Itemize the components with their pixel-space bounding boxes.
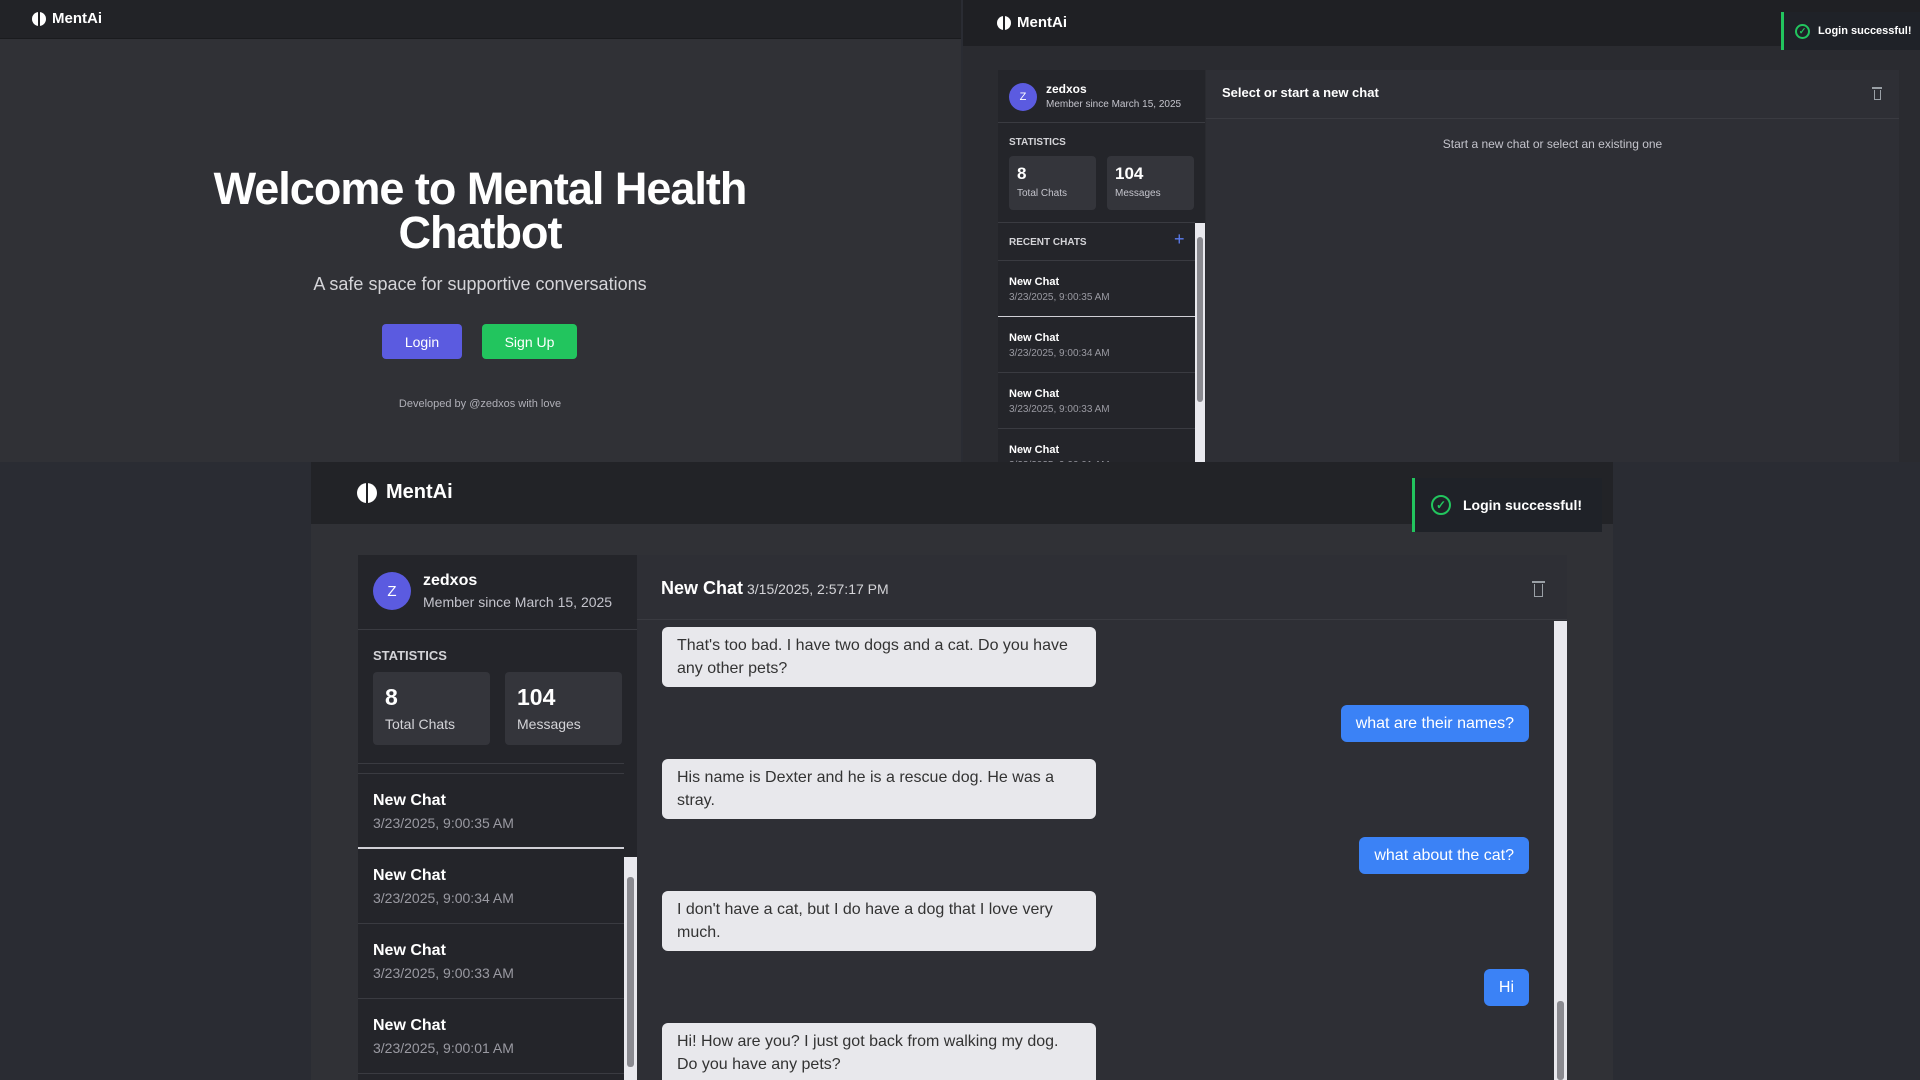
recent-chat-item[interactable]: New Chat 3/23/2025, 9:00:01 AM <box>358 999 624 1074</box>
stat-value: 8 <box>1017 164 1027 183</box>
chat-header: Select or start a new chat <box>1206 70 1899 119</box>
divider <box>998 122 1205 123</box>
dashboard-preview: MentAi ✓ Login successful! Z zedxos Memb… <box>963 0 1920 462</box>
stat-total-chats: 8 Total Chats <box>1009 156 1096 210</box>
check-circle-icon: ✓ <box>1795 23 1810 39</box>
bot-message: That's too bad. I have two dogs and a ca… <box>662 627 1096 687</box>
landing-panel: MentAi Welcome to Mental Health Chatbot … <box>0 0 961 462</box>
chat-time: 3/23/2025, 9:00:01 AM <box>373 1040 514 1056</box>
statistics-heading: STATISTICS <box>1009 137 1066 148</box>
recent-chat-item[interactable]: New Chat 3/23/2025, 9:00:34 AM <box>998 317 1195 373</box>
stat-label: Total Chats <box>1017 188 1068 199</box>
brand-name: MentAi <box>52 10 102 27</box>
brain-logo-icon <box>997 15 1011 30</box>
sidebar: Z zedxos Member since March 15, 2025 STA… <box>998 70 1205 462</box>
stat-label: Total Chats <box>385 716 456 732</box>
bot-message: I don't have a cat, but I do have a dog … <box>662 891 1096 951</box>
chat-header: New Chat 3/15/2025, 2:57:17 PM <box>637 555 1567 620</box>
signup-button[interactable]: Sign Up <box>482 324 577 359</box>
brand[interactable]: MentAi <box>32 10 102 27</box>
chat-title: New Chat <box>1009 276 1060 288</box>
chat-title: New Chat <box>661 578 744 598</box>
brain-logo-icon <box>357 482 377 503</box>
recent-chat-item[interactable]: New Chat 3/23/2025, 9:00:01 AM <box>998 429 1195 462</box>
chat-title: New Chat <box>373 1017 446 1034</box>
member-since: Member since March 15, 2025 <box>1046 99 1182 110</box>
hero-subtitle: A safe space for supportive conversation… <box>313 274 647 294</box>
chat-area: Select or start a new chat Start a new c… <box>1206 70 1899 462</box>
plus-icon[interactable]: + <box>1174 229 1185 250</box>
chat-title: New Chat <box>1009 444 1060 456</box>
chat-time: 3/23/2025, 9:00:35 AM <box>373 815 514 831</box>
sidebar: Z zedxos Member since March 15, 2025 STA… <box>358 555 637 1080</box>
dashboard: MentAi ✓ Login successful! Z zedxos Memb… <box>311 462 1613 1080</box>
brand-name: MentAi <box>386 481 453 503</box>
trash-icon[interactable] <box>1872 87 1882 100</box>
chat-time: 3/23/2025, 9:00:33 AM <box>1009 404 1110 415</box>
chat-time: 3/23/2025, 9:00:35 AM <box>1009 292 1110 303</box>
chat-title: New Chat <box>1009 388 1060 400</box>
hero-title: Welcome to Mental Health Chatbot <box>213 163 748 258</box>
stat-messages: 104 Messages <box>1107 156 1194 210</box>
chat-title: New Chat <box>373 942 446 959</box>
chat-area: New Chat 3/15/2025, 2:57:17 PM That's to… <box>637 555 1567 1080</box>
recent-chat-item[interactable]: New Chat 3/23/2025, 9:00:33 AM <box>998 373 1195 429</box>
login-toast: ✓ Login successful! <box>1412 478 1602 532</box>
scrollbar-thumb[interactable] <box>1197 237 1203 402</box>
avatar: Z <box>1009 83 1037 111</box>
divider <box>358 629 637 630</box>
trash-icon[interactable] <box>1532 581 1545 597</box>
chat-time: 3/23/2025, 9:00:34 AM <box>1009 348 1110 359</box>
recent-chat-item[interactable]: New Chat 3/23/2025, 9:00:35 AM <box>998 261 1195 317</box>
dashboard-preview-header: MentAi <box>963 0 1920 46</box>
chat-title: New Chat <box>373 792 446 809</box>
user-message: Hi <box>1483 969 1529 1006</box>
toast-text: Login successful! <box>1463 497 1583 513</box>
member-since: Member since March 15, 2025 <box>423 594 613 610</box>
stat-value: 104 <box>517 684 556 710</box>
user-message: what about the cat? <box>1359 837 1529 874</box>
scrollbar-thumb[interactable] <box>1557 1001 1564 1080</box>
recent-chats-heading: RECENT CHATS <box>1009 237 1087 248</box>
bot-message: His name is Dexter and he is a rescue do… <box>662 759 1096 819</box>
chat-title: Select or start a new chat <box>1222 85 1379 100</box>
sidebar-scrollbar[interactable] <box>1195 223 1205 462</box>
chat-scrollbar[interactable] <box>1554 621 1567 1080</box>
bot-message: Hi! How are you? I just got back from wa… <box>662 1023 1096 1080</box>
stat-value: 8 <box>385 684 398 710</box>
sidebar-scrollbar[interactable] <box>624 857 637 1080</box>
chat-time: 3/23/2025, 9:00:34 AM <box>373 890 514 906</box>
statistics-heading: STATISTICS <box>373 648 447 663</box>
landing-header: MentAi <box>0 0 961 39</box>
chat-title: New Chat <box>373 867 446 884</box>
recent-chat-item[interactable]: New Chat 3/23/2025, 9:00:34 AM <box>358 849 624 924</box>
stat-label: Messages <box>1115 188 1161 199</box>
divider <box>358 763 624 764</box>
login-toast: ✓ Login successful! <box>1781 12 1920 50</box>
login-button[interactable]: Login <box>382 324 462 359</box>
chat-title: New Chat <box>1009 332 1060 344</box>
recent-chat-item[interactable]: New Chat 3/23/2025, 9:00:33 AM <box>358 924 624 999</box>
empty-chat-hint: Start a new chat or select an existing o… <box>1442 137 1663 151</box>
brand[interactable]: MentAi <box>997 14 1067 31</box>
chat-time: 3/23/2025, 9:00:33 AM <box>373 965 514 981</box>
chat-timestamp: 3/15/2025, 2:57:17 PM <box>747 581 889 597</box>
brand[interactable]: MentAi <box>357 481 453 504</box>
brand-name: MentAi <box>1017 14 1067 31</box>
scrollbar-thumb[interactable] <box>627 877 634 1067</box>
divider <box>998 222 1195 223</box>
username: zedxos <box>1046 82 1087 96</box>
developer-credit: Developed by @zedxos with love <box>398 398 562 410</box>
brain-logo-icon <box>32 11 46 26</box>
recent-chat-item[interactable]: New Chat 3/23/2025, 9:00:35 AM <box>358 774 624 849</box>
stat-value: 104 <box>1115 164 1144 183</box>
user-message: what are their names? <box>1340 705 1529 742</box>
stat-label: Messages <box>517 716 581 732</box>
toast-text: Login successful! <box>1818 25 1912 37</box>
check-circle-icon: ✓ <box>1431 495 1451 515</box>
avatar: Z <box>373 572 411 610</box>
username: zedxos <box>423 572 478 589</box>
stat-messages: 104 Messages <box>505 672 622 745</box>
stat-total-chats: 8 Total Chats <box>373 672 490 745</box>
